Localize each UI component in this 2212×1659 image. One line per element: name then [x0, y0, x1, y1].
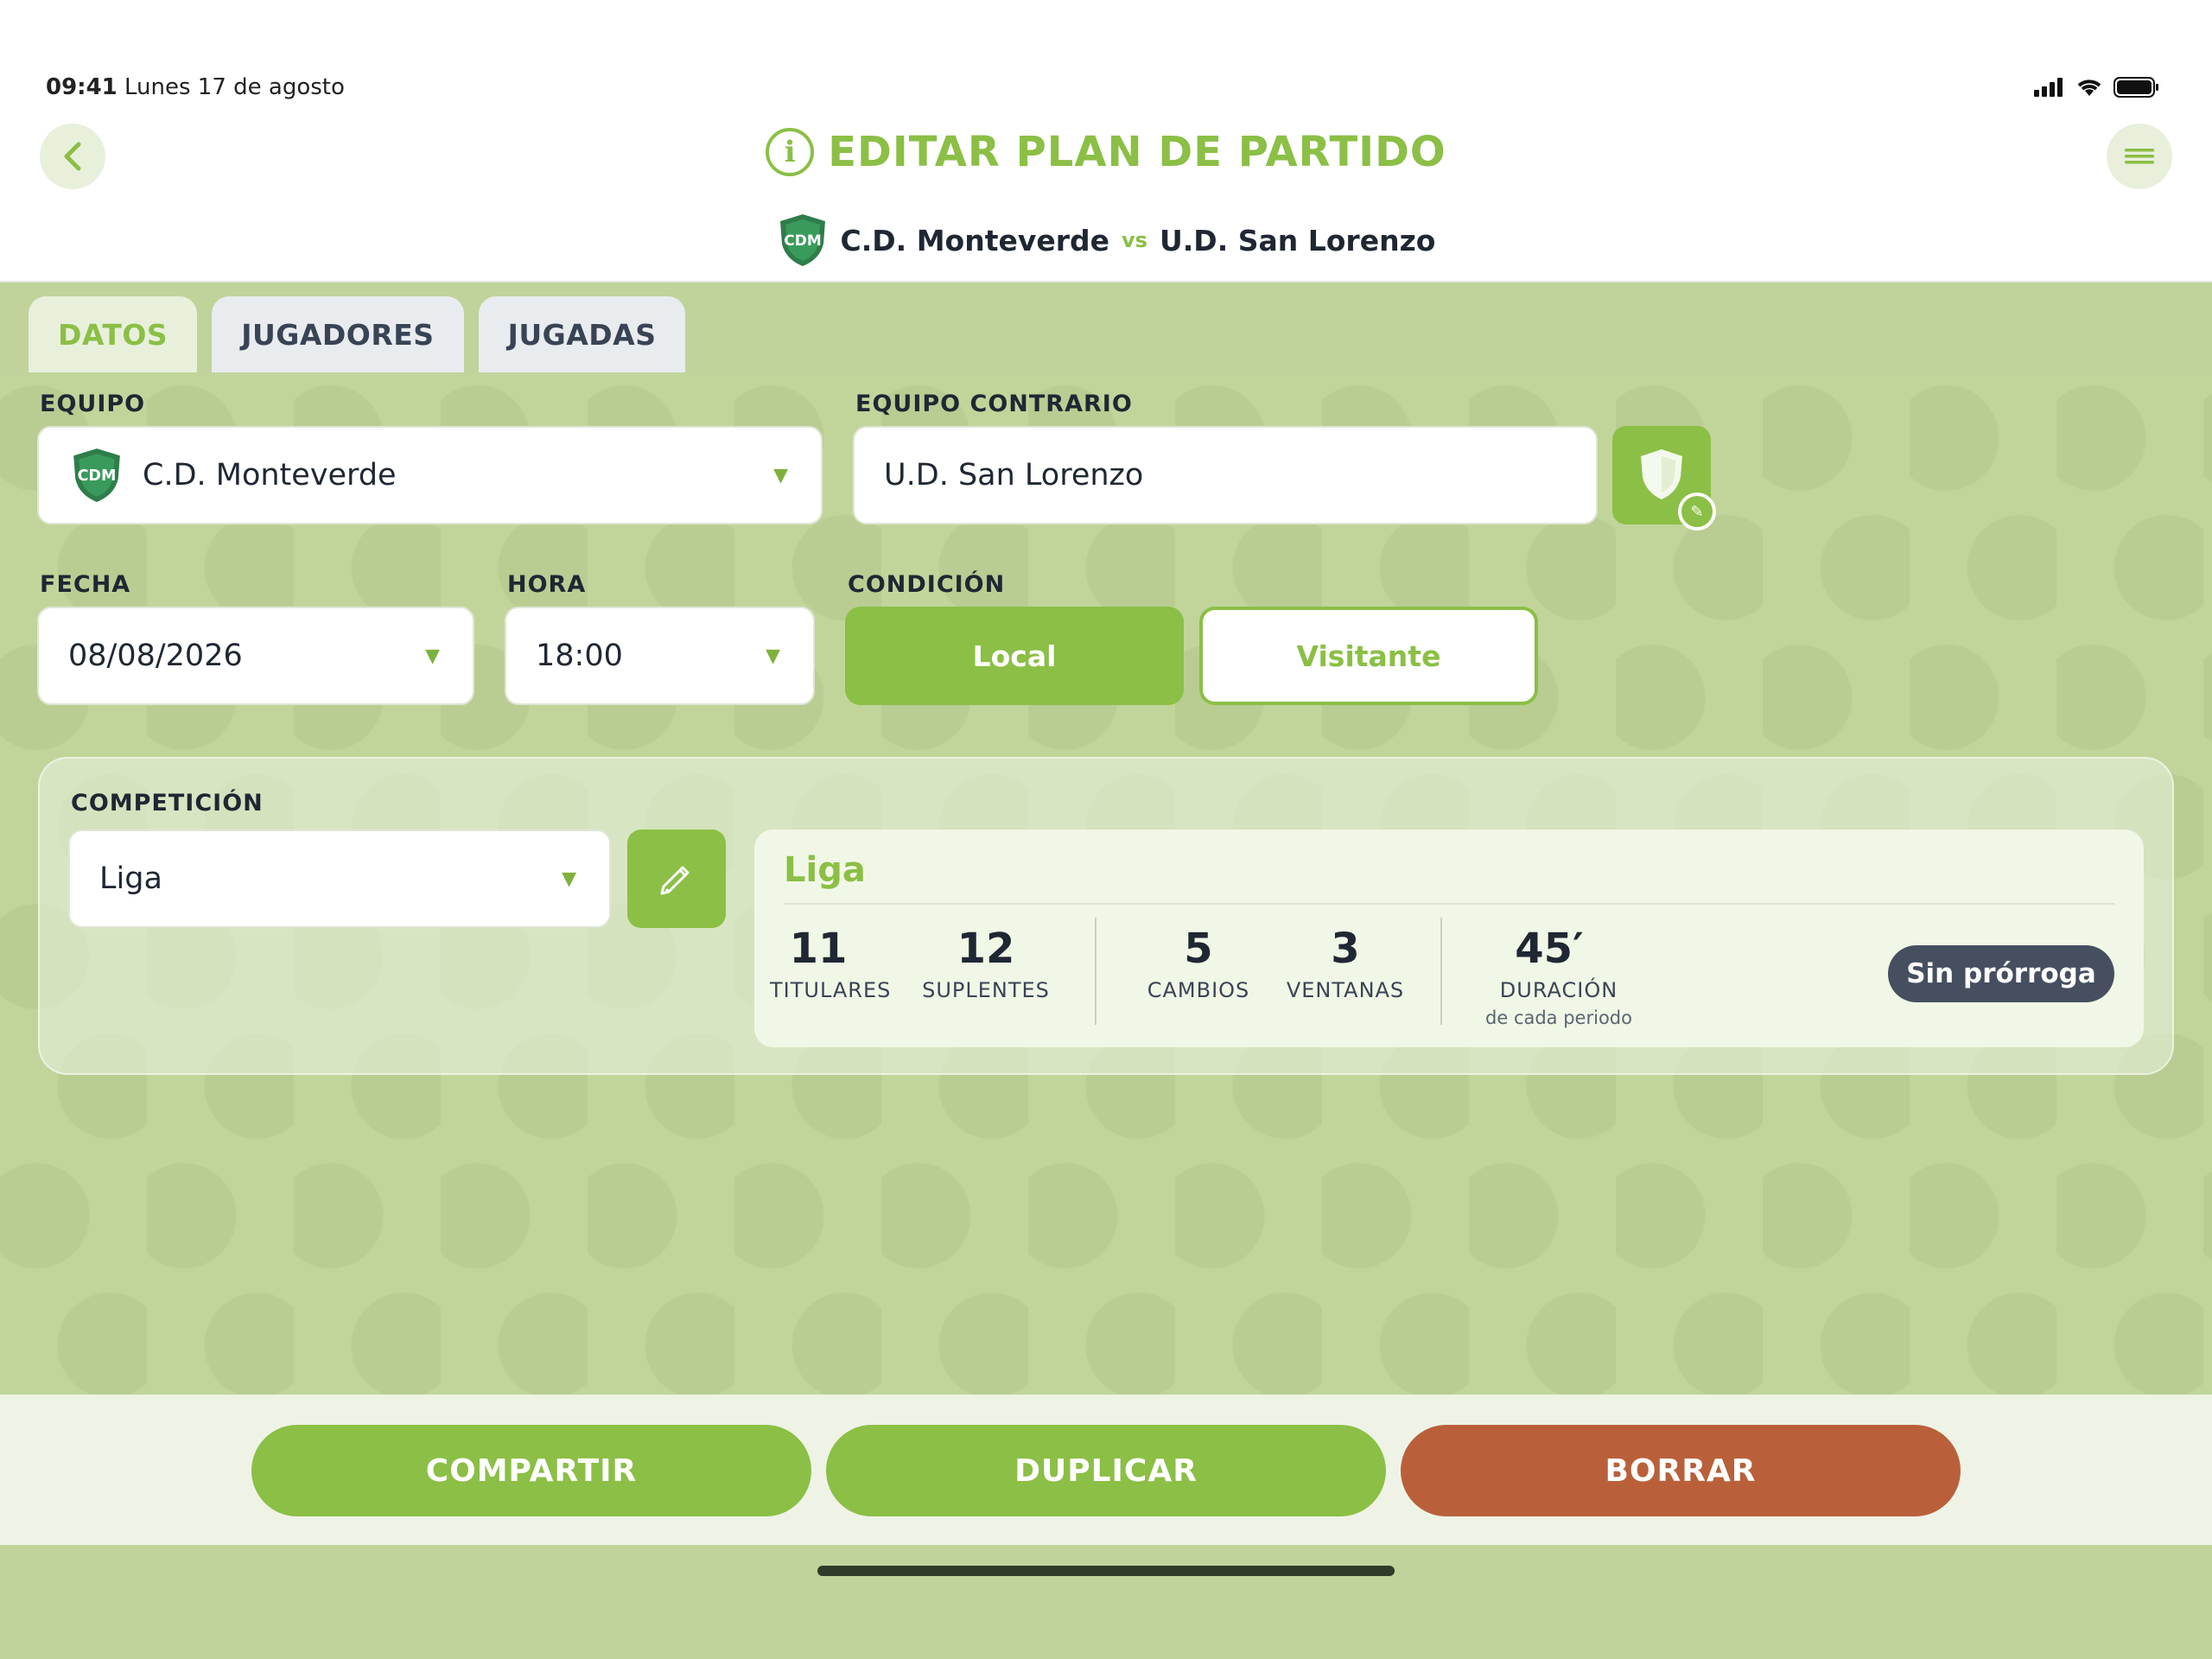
- tab-jugadores[interactable]: JUGADORES: [212, 296, 464, 372]
- home-indicator: [817, 1566, 1395, 1576]
- stat-value: 11: [789, 925, 848, 973]
- stat-titulares: 11 TITULARES: [770, 925, 892, 1002]
- crest-icon: CDM: [779, 214, 825, 266]
- caret-down-icon: ▼: [562, 868, 576, 890]
- divider: [1440, 918, 1442, 1025]
- stat-label: VENTANAS: [1286, 978, 1405, 1002]
- caret-down-icon: ▼: [773, 464, 788, 486]
- hora-select[interactable]: 18:00 ▼: [505, 607, 815, 705]
- signal-icon: [2034, 78, 2063, 97]
- equipo-select[interactable]: CDM C.D. Monteverde ▼: [37, 426, 823, 524]
- edit-icon[interactable]: ✎: [1678, 493, 1716, 531]
- stat-label: CAMBIOS: [1147, 978, 1250, 1002]
- stat-label: TITULARES: [770, 978, 892, 1002]
- crest-text: CDM: [784, 232, 822, 250]
- edit-competition-button[interactable]: [627, 830, 726, 928]
- stat-value: 5: [1184, 925, 1213, 973]
- stat-label: DURACIÓN: [1499, 978, 1618, 1002]
- stat-suplentes: 12 SUPLENTES: [915, 925, 1057, 1002]
- shield-icon: [1641, 449, 1682, 499]
- match-home-team: C.D. Monteverde: [840, 223, 1110, 257]
- battery-icon: [2113, 77, 2158, 98]
- stat-duracion: 45′ DURACIÓN de cada periodo: [1468, 925, 1649, 1028]
- contrario-label: EQUIPO CONTRARIO: [855, 391, 1133, 417]
- stat-value: 12: [957, 925, 1015, 973]
- competition-rules: Liga 11 TITULARES 12 SUPLENTES 5 CAMBIOS…: [754, 830, 2144, 1047]
- page-title: EDITAR PLAN DE PARTIDO: [828, 128, 1446, 176]
- wifi-icon: [2077, 79, 2101, 96]
- stat-cambios: 5 CAMBIOS: [1145, 925, 1252, 1002]
- status-date: Lunes 17 de agosto: [124, 74, 345, 100]
- title-bar: i EDITAR PLAN DE PARTIDO: [0, 128, 2212, 176]
- tab-jugadas[interactable]: JUGADAS: [478, 296, 686, 372]
- match-away-team: U.D. San Lorenzo: [1159, 223, 1436, 257]
- menu-icon: [2125, 149, 2154, 164]
- match-summary: CDM C.D. Monteverde vs U.D. San Lorenzo: [0, 213, 2212, 268]
- stat-value: 3: [1331, 925, 1360, 973]
- hora-label: HORA: [507, 571, 587, 598]
- match-vs: vs: [1122, 228, 1147, 252]
- condicion-label: CONDICIÓN: [848, 571, 1006, 598]
- stat-sublabel: de cada periodo: [1485, 1007, 1632, 1028]
- crest-text: CDM: [78, 467, 117, 485]
- action-bar: COMPARTIR DUPLICAR BORRAR: [0, 1395, 2212, 1545]
- stat-value: 45′: [1515, 925, 1584, 973]
- caret-down-icon: ▼: [766, 645, 780, 667]
- equipo-value: C.D. Monteverde: [143, 458, 397, 493]
- duplicate-button[interactable]: DUPLICAR: [826, 1425, 1386, 1516]
- status-icons: [2034, 76, 2160, 99]
- pencil-icon: [660, 866, 690, 895]
- rules-title: Liga: [784, 850, 866, 890]
- stat-label: SUPLENTES: [922, 978, 1050, 1002]
- divider: [1095, 918, 1096, 1025]
- crest-icon: CDM: [73, 448, 120, 502]
- contrario-input[interactable]: U.D. San Lorenzo: [853, 426, 1598, 524]
- extra-time-badge: Sin prórroga: [1888, 945, 2114, 1002]
- competicion-value: Liga: [99, 861, 162, 896]
- divider: [784, 903, 2114, 905]
- caret-down-icon: ▼: [425, 645, 440, 667]
- condicion-local-button[interactable]: Local: [845, 607, 1184, 705]
- hora-value: 18:00: [536, 639, 623, 673]
- fecha-label: FECHA: [40, 571, 131, 598]
- equipo-label: EQUIPO: [40, 391, 146, 417]
- competicion-label: COMPETICIÓN: [71, 790, 264, 817]
- status-time: 09:41: [46, 74, 118, 100]
- tab-datos[interactable]: DATOS: [29, 296, 198, 372]
- info-icon[interactable]: i: [766, 128, 815, 176]
- fecha-value: 08/08/2026: [68, 639, 243, 673]
- tab-bar: DATOS JUGADORES JUGADAS: [29, 296, 686, 372]
- share-button[interactable]: COMPARTIR: [251, 1425, 811, 1516]
- stat-ventanas: 3 VENTANAS: [1282, 925, 1408, 1002]
- contrario-value: U.D. San Lorenzo: [884, 458, 1144, 493]
- condicion-visitante-button[interactable]: Visitante: [1199, 607, 1538, 705]
- menu-button[interactable]: [2107, 124, 2172, 189]
- fecha-select[interactable]: 08/08/2026 ▼: [37, 607, 474, 705]
- competicion-select[interactable]: Liga ▼: [68, 830, 611, 928]
- delete-button[interactable]: BORRAR: [1401, 1425, 1961, 1516]
